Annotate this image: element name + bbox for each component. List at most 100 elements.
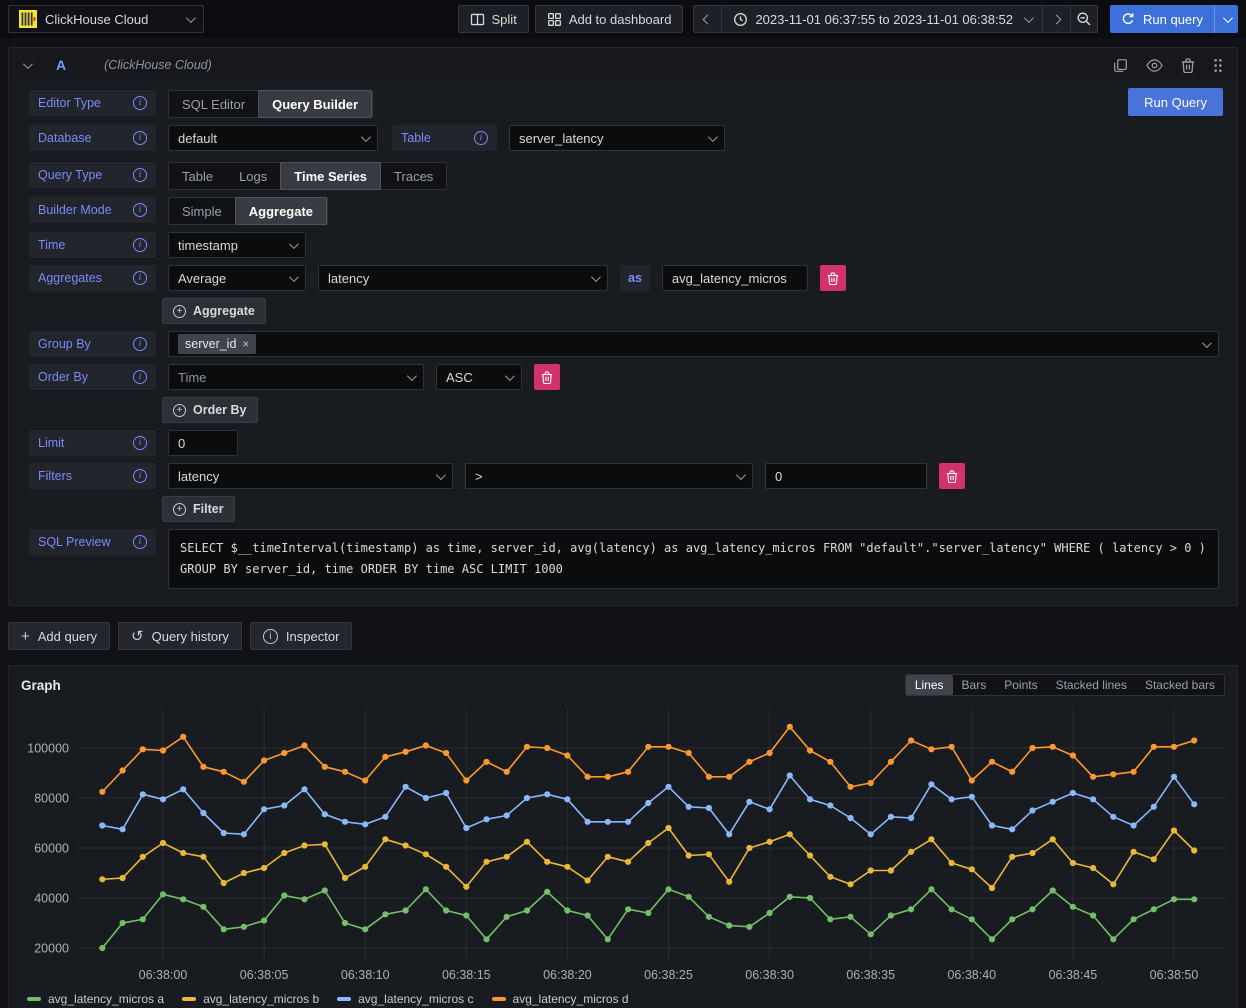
graph-style-points[interactable]: Points	[995, 675, 1046, 695]
graph-panel: Graph Lines Bars Points Stacked lines St…	[8, 665, 1238, 1008]
svg-text:06:38:15: 06:38:15	[442, 968, 491, 982]
chart-legend: avg_latency_micros a avg_latency_micros …	[9, 990, 1237, 1008]
info-icon[interactable]: i	[474, 131, 488, 145]
add-order-by-button[interactable]: + Order By	[162, 397, 258, 423]
chevron-right-icon	[1052, 14, 1062, 24]
run-query-button[interactable]: Run query	[1110, 5, 1214, 33]
svg-text:06:38:45: 06:38:45	[1049, 968, 1098, 982]
inspector-button[interactable]: i Inspector	[250, 622, 352, 650]
explore-actions: + Add query ↺ Query history i Inspector	[8, 622, 1238, 650]
info-circle-icon: i	[263, 629, 278, 644]
legend-item[interactable]: avg_latency_micros b	[182, 992, 319, 1006]
order-by-direction-select[interactable]: ASC	[436, 364, 522, 390]
query-editor-panel: A (ClickHouse Cloud) Run Query Editor Ty…	[8, 47, 1238, 606]
zoom-out-button[interactable]	[1070, 5, 1098, 33]
add-to-dashboard-button[interactable]: Add to dashboard	[535, 5, 684, 33]
info-icon[interactable]: i	[133, 203, 147, 217]
graph-style-toggle: Lines Bars Points Stacked lines Stacked …	[905, 674, 1225, 696]
remove-filter-button[interactable]	[939, 463, 965, 489]
info-icon[interactable]: i	[133, 168, 147, 182]
dashboard-grid-icon	[547, 12, 562, 27]
info-icon[interactable]: i	[133, 238, 147, 252]
datasource-picker[interactable]: ClickHouse Cloud	[8, 5, 204, 33]
aggregate-column-select[interactable]: latency	[318, 265, 608, 291]
editor-type-option-builder[interactable]: Query Builder	[258, 90, 372, 118]
clock-icon	[733, 12, 748, 27]
legend-item[interactable]: avg_latency_micros a	[27, 992, 164, 1006]
time-label: Timei	[29, 232, 156, 258]
hide-response-eye-icon[interactable]	[1146, 58, 1163, 73]
remove-tag-icon[interactable]: ×	[242, 337, 249, 351]
group-by-tag: server_id×	[178, 334, 256, 354]
info-icon[interactable]: i	[133, 469, 147, 483]
query-type-option-timeseries[interactable]: Time Series	[280, 162, 381, 190]
query-type-option-traces[interactable]: Traces	[381, 163, 446, 189]
query-type-option-logs[interactable]: Logs	[226, 163, 280, 189]
info-icon[interactable]: i	[133, 271, 147, 285]
filter-field-select[interactable]: latency	[168, 463, 453, 489]
info-icon[interactable]: i	[133, 131, 147, 145]
graph-panel-title: Graph	[21, 678, 61, 693]
query-history-button[interactable]: ↺ Query history	[118, 622, 242, 650]
collapse-chevron-icon[interactable]	[23, 59, 33, 69]
add-filter-button[interactable]: + Filter	[162, 496, 235, 522]
aggregate-alias-input[interactable]: avg_latency_micros	[662, 265, 808, 291]
builder-mode-option-simple[interactable]: Simple	[169, 198, 235, 224]
graph-style-stacked-bars[interactable]: Stacked bars	[1136, 675, 1224, 695]
editor-type-label: Editor Typei	[29, 90, 156, 116]
split-button[interactable]: Split	[458, 5, 529, 33]
graph-style-bars[interactable]: Bars	[953, 675, 996, 695]
svg-text:06:38:50: 06:38:50	[1150, 968, 1199, 982]
drag-handle-icon[interactable]	[1213, 58, 1223, 73]
zoom-out-icon	[1076, 11, 1092, 27]
graph-style-stacked-lines[interactable]: Stacked lines	[1047, 675, 1136, 695]
legend-item[interactable]: avg_latency_micros c	[337, 992, 473, 1006]
group-by-multiselect[interactable]: server_id×	[168, 331, 1219, 357]
builder-mode-option-aggregate[interactable]: Aggregate	[235, 197, 327, 225]
add-aggregate-button[interactable]: + Aggregate	[162, 298, 266, 324]
plus-circle-icon: +	[173, 503, 186, 516]
add-query-button[interactable]: + Add query	[8, 622, 110, 650]
table-select[interactable]: server_latency	[509, 125, 725, 151]
time-range-picker[interactable]: 2023-11-01 06:37:55 to 2023-11-01 06:38:…	[721, 5, 1042, 33]
legend-swatch	[27, 997, 41, 1001]
graph-style-lines[interactable]: Lines	[906, 675, 953, 695]
info-icon[interactable]: i	[133, 370, 147, 384]
info-icon[interactable]: i	[133, 337, 147, 351]
info-icon[interactable]: i	[133, 535, 147, 549]
aggregate-function-select[interactable]: Average	[168, 265, 306, 291]
legend-item[interactable]: avg_latency_micros d	[492, 992, 629, 1006]
svg-text:06:38:05: 06:38:05	[240, 968, 289, 982]
time-back-button[interactable]	[693, 5, 721, 33]
remove-aggregate-button[interactable]	[820, 265, 846, 291]
group-by-label: Group Byi	[29, 331, 156, 357]
svg-text:60000: 60000	[34, 842, 69, 856]
run-query-split-button: Run query	[1110, 5, 1238, 33]
svg-text:06:38:40: 06:38:40	[947, 968, 996, 982]
editor-run-query-button[interactable]: Run Query	[1128, 88, 1223, 116]
svg-text:06:38:20: 06:38:20	[543, 968, 592, 982]
table-label: Tablei	[392, 125, 497, 151]
datasource-name: ClickHouse Cloud	[45, 12, 148, 27]
filter-operator-select[interactable]: >	[465, 463, 753, 489]
time-column-select[interactable]: timestamp	[168, 232, 306, 258]
timeseries-chart[interactable]: 06:38:0006:38:0506:38:1006:38:1506:38:20…	[9, 698, 1237, 990]
order-by-field-select[interactable]: Time	[168, 364, 424, 390]
filter-value-input[interactable]: 0	[765, 463, 927, 489]
query-type-option-table[interactable]: Table	[169, 163, 226, 189]
remove-order-by-button[interactable]	[534, 364, 560, 390]
time-forward-button[interactable]	[1042, 5, 1070, 33]
remove-query-trash-icon[interactable]	[1181, 58, 1195, 73]
svg-text:06:38:00: 06:38:00	[139, 968, 188, 982]
trash-icon	[946, 470, 958, 483]
editor-type-option-sql[interactable]: SQL Editor	[169, 91, 258, 117]
run-query-options-button[interactable]	[1214, 5, 1238, 33]
chevron-down-icon	[186, 13, 196, 23]
info-icon[interactable]: i	[133, 436, 147, 450]
info-icon[interactable]: i	[133, 96, 147, 110]
limit-input[interactable]: 0	[168, 430, 238, 456]
filters-label: Filtersi	[29, 463, 156, 489]
duplicate-query-icon[interactable]	[1113, 58, 1128, 73]
database-select[interactable]: default	[168, 125, 378, 151]
sql-preview-text: SELECT $__timeInterval(timestamp) as tim…	[168, 529, 1219, 589]
